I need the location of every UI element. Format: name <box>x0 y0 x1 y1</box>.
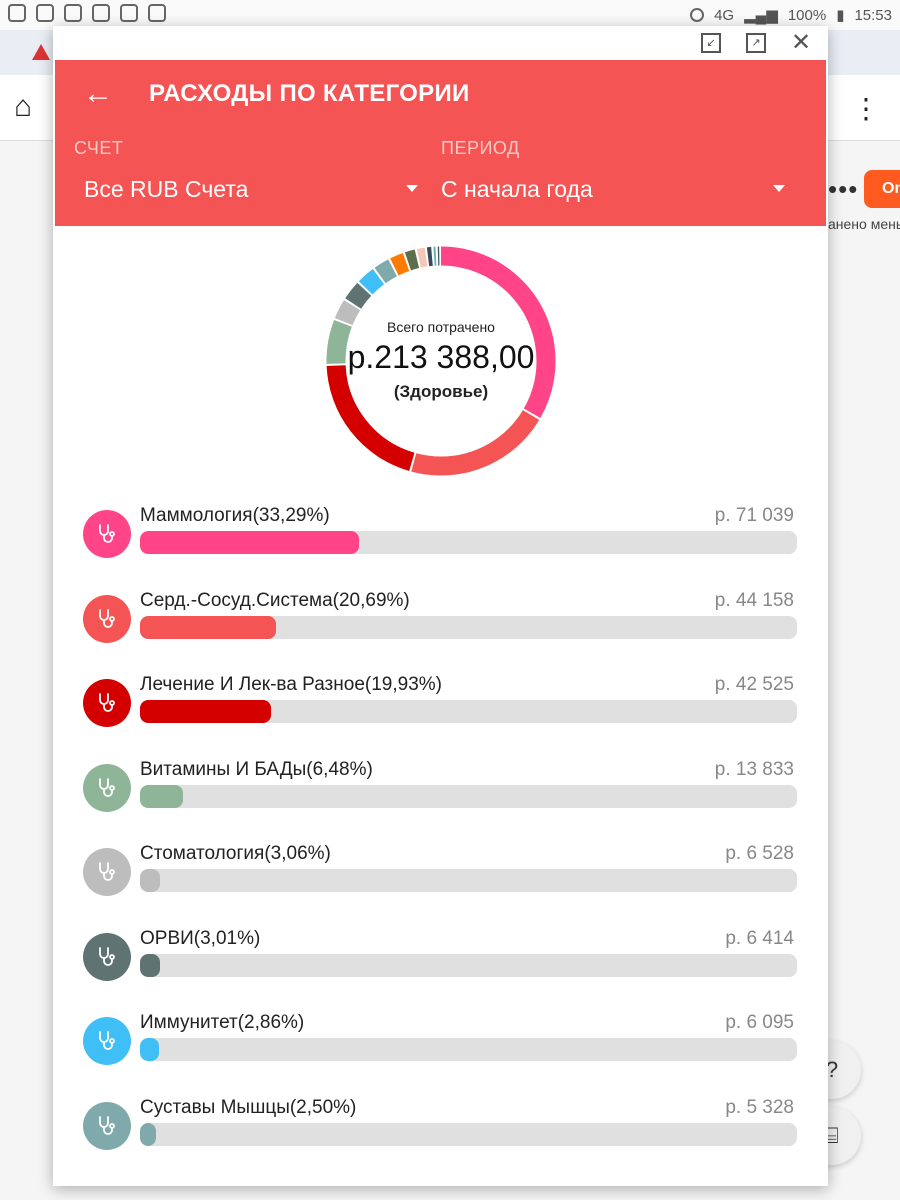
stethoscope-icon <box>83 1101 131 1150</box>
progress-fill <box>140 869 161 892</box>
background-status-text: анено меньше <box>828 216 900 232</box>
category-name: Стоматология(3,06%) <box>140 843 331 864</box>
progress-fill <box>140 531 359 554</box>
donut-summary: Всего потрачено р.213 388,00 (Здоровье) <box>323 319 559 402</box>
category-name: Суставы Мышцы(2,50%) <box>140 1096 357 1118</box>
period-select[interactable]: С начала года <box>441 176 593 203</box>
chevron-down-icon[interactable] <box>406 185 418 192</box>
image-icon <box>92 4 110 22</box>
category-row[interactable]: Витамины И БАДы(6,48%) р. 13 833 <box>53 750 828 834</box>
category-name: Лечение И Лек-ва Разное(19,93%) <box>140 674 442 695</box>
category-row[interactable]: Иммунитет(2,86%) р. 6 095 <box>53 1003 828 1087</box>
total-category: (Здоровье) <box>393 382 489 401</box>
more-menu-icon[interactable]: ⋮ <box>852 92 880 125</box>
category-amount: р. 44 158 <box>714 589 794 611</box>
home-icon[interactable]: ⌂ <box>14 90 32 124</box>
background-action-button[interactable]: On <box>864 170 900 208</box>
signal-icon: ▂▄▆ <box>744 7 778 24</box>
progress-track <box>140 615 797 639</box>
category-name: Серд.-Сосуд.Система(20,69%) <box>140 589 410 611</box>
category-amount: р. 6 414 <box>725 927 794 949</box>
category-amount: р. 13 833 <box>714 758 794 780</box>
category-row[interactable]: Маммология(33,29%) р. 71 039 <box>53 496 828 580</box>
clock: 15:53 <box>854 6 892 24</box>
battery-icon: ▮ <box>836 7 845 24</box>
progress-track <box>140 700 797 723</box>
category-row[interactable]: ОРВИ(3,01%) р. 6 414 <box>53 919 828 1003</box>
progress-track <box>140 1038 797 1061</box>
progress-track <box>140 531 797 554</box>
stethoscope-icon <box>83 848 131 896</box>
category-amount: р. 6 528 <box>725 843 794 864</box>
back-arrow-icon[interactable]: ← <box>83 74 113 114</box>
account-label: СЧЕТ <box>74 138 124 158</box>
system-icons: 4G ▂▄▆ 100% ▮ 15:53 <box>690 6 892 24</box>
dialog-header: ← РАСХОДЫ ПО КАТЕГОРИИ СЧЕТ Все RUB Счет… <box>55 60 826 226</box>
category-name: Иммунитет(2,86%) <box>140 1012 305 1033</box>
expenses-by-category-dialog: ↙ ↗ ✕ ← РАСХОДЫ ПО КАТЕГОРИИ СЧЕТ Все RU… <box>53 26 828 1186</box>
chevron-down-icon[interactable] <box>773 185 785 192</box>
more-horizontal-icon[interactable]: ••• <box>828 174 858 205</box>
progress-fill <box>140 615 276 639</box>
progress-fill <box>140 1122 157 1146</box>
account-select[interactable]: Все RUB Счета <box>84 176 248 203</box>
notification-icon <box>8 4 26 22</box>
progress-fill <box>140 700 271 723</box>
progress-fill <box>140 953 160 977</box>
maximize-icon[interactable]: ↗ <box>746 33 766 53</box>
progress-track <box>140 784 797 808</box>
category-row[interactable]: Серд.-Сосуд.Система(20,69%) р. 44 158 <box>53 581 828 665</box>
stethoscope-icon <box>83 763 131 812</box>
notification-icon <box>36 4 54 22</box>
battery-level: 100% <box>787 6 827 24</box>
total-label: Всего потрачено <box>387 319 495 335</box>
category-name: Витамины И БАДы(6,48%) <box>140 758 373 780</box>
category-name: ОРВИ(3,01%) <box>140 927 261 949</box>
category-name: Маммология(33,29%) <box>140 505 330 526</box>
app-logo-icon <box>32 44 50 60</box>
progress-track <box>140 1122 797 1146</box>
category-row[interactable]: Стоматология(3,06%) р. 6 528 <box>53 834 828 918</box>
progress-fill <box>140 1038 159 1061</box>
total-amount: р.213 388,00 <box>347 339 535 375</box>
notification-icon <box>148 4 166 22</box>
progress-track <box>140 869 797 892</box>
stethoscope-icon <box>83 679 131 727</box>
category-amount: р. 71 039 <box>714 505 794 526</box>
category-amount: р. 42 525 <box>714 674 794 695</box>
stethoscope-icon <box>83 510 131 558</box>
stethoscope-icon <box>83 1017 131 1065</box>
progress-track <box>140 953 797 977</box>
stethoscope-icon <box>83 594 131 643</box>
minimize-icon[interactable]: ↙ <box>701 33 721 53</box>
notification-icon <box>120 4 138 22</box>
close-icon[interactable]: ✕ <box>791 31 811 55</box>
period-label: ПЕРИОД <box>441 138 520 158</box>
network-type: 4G <box>714 6 735 24</box>
progress-fill <box>140 784 183 808</box>
category-row[interactable]: Суставы Мышцы(2,50%) р. 5 328 <box>53 1088 828 1172</box>
category-amount: р. 6 095 <box>725 1012 794 1033</box>
category-row[interactable]: Лечение И Лек-ва Разное(19,93%) р. 42 52… <box>53 665 828 749</box>
category-amount: р. 5 328 <box>725 1096 794 1118</box>
sync-icon <box>690 8 705 22</box>
notification-icon <box>64 4 82 22</box>
page-title: РАСХОДЫ ПО КАТЕГОРИИ <box>149 80 470 107</box>
stethoscope-icon <box>83 932 131 981</box>
window-controls: ↙ ↗ ✕ <box>53 26 828 60</box>
notification-icons <box>8 4 166 22</box>
